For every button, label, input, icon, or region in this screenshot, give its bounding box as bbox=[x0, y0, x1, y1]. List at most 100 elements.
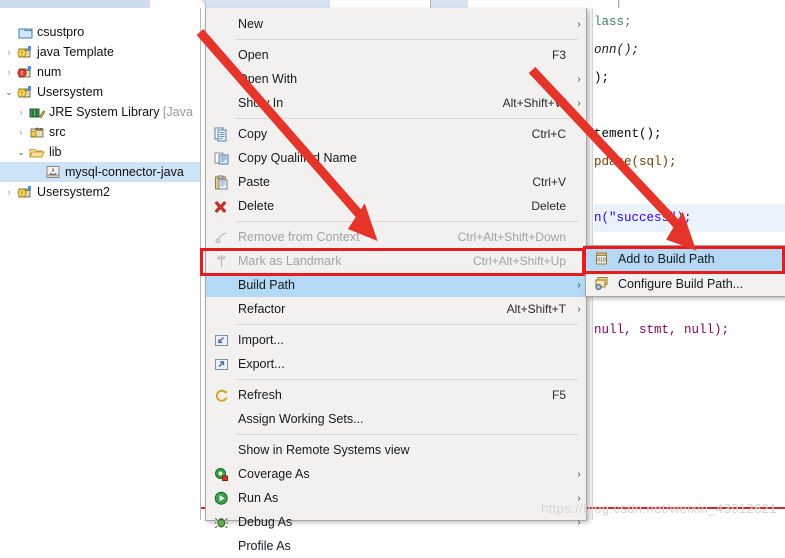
menu-item-accel: Alt+Shift+W bbox=[502, 96, 566, 110]
delete-x-icon bbox=[208, 199, 234, 214]
menu-item-label: Build Path bbox=[238, 278, 295, 292]
tree-item-num[interactable]: › ! num bbox=[0, 62, 200, 82]
tree-item-label: csustpro bbox=[37, 25, 85, 39]
menu-item-label: Paste bbox=[238, 175, 270, 189]
import-icon bbox=[208, 333, 234, 348]
tree-item-usersystem[interactable]: ⌄ ! Usersystem bbox=[0, 82, 200, 102]
menu-item-import[interactable]: Import... bbox=[206, 328, 586, 352]
jar-icon bbox=[44, 165, 62, 179]
menu-item-export[interactable]: Export... bbox=[206, 352, 586, 376]
chevron-right-icon: › bbox=[577, 303, 581, 315]
tree-item-mysql-connector-java[interactable]: mysql-connector-java bbox=[0, 162, 200, 182]
tree-item-jre-system-library[interactable]: › JRE System Library [Java bbox=[0, 102, 200, 122]
menu-item-open-with[interactable]: Open With › bbox=[206, 67, 586, 91]
run-icon bbox=[208, 491, 234, 506]
menu-separator bbox=[236, 118, 578, 119]
menu-item-copy[interactable]: Copy Ctrl+C bbox=[206, 122, 586, 146]
menu-separator bbox=[236, 434, 578, 435]
menu-item-show-in[interactable]: Show In Alt+Shift+W › bbox=[206, 91, 586, 115]
menu-item-label: Show in Remote Systems view bbox=[238, 443, 410, 457]
tree-item-csustpro[interactable]: csustpro bbox=[0, 22, 200, 42]
chevron-right-icon: › bbox=[577, 73, 581, 85]
java-project-warning-icon: ! bbox=[16, 185, 34, 199]
remove-context-icon bbox=[208, 230, 234, 245]
menu-separator bbox=[236, 221, 578, 222]
java-project-warning-icon: ! bbox=[16, 45, 34, 59]
chevron-right-icon: › bbox=[577, 516, 581, 528]
twisty-icon[interactable]: › bbox=[2, 42, 16, 62]
menu-item-label: Copy Qualified Name bbox=[238, 151, 357, 165]
code-line: null, stmt, null); bbox=[594, 323, 730, 337]
menu-item-label: Export... bbox=[238, 357, 285, 371]
menu-item-debug-as[interactable]: Debug As › bbox=[206, 510, 586, 534]
tree-item-label: JRE System Library [Java bbox=[49, 105, 193, 119]
menu-item-show-in-remote-systems-view[interactable]: Show in Remote Systems view bbox=[206, 438, 586, 462]
tab-inactive-2[interactable] bbox=[330, 0, 431, 8]
submenu-item-label: Configure Build Path... bbox=[618, 276, 744, 291]
menu-item-build-path[interactable]: Build Path › bbox=[206, 273, 586, 297]
menu-item-coverage-as[interactable]: Coverage As › bbox=[206, 462, 586, 486]
export-icon bbox=[208, 357, 234, 372]
menu-item-remove-from-context: Remove from Context Ctrl+Alt+Shift+Down bbox=[206, 225, 586, 249]
tree-item-usersystem2[interactable]: › ! Usersystem2 bbox=[0, 182, 200, 202]
tree-item-label: mysql-connector-java bbox=[65, 165, 184, 179]
twisty-icon[interactable]: › bbox=[2, 182, 16, 202]
paste-icon bbox=[208, 175, 234, 190]
svg-text:010: 010 bbox=[597, 258, 606, 264]
menu-item-label: Coverage As bbox=[238, 467, 310, 481]
menu-item-profile-as[interactable]: Profile As bbox=[206, 534, 586, 558]
explorer-header-spacer bbox=[0, 8, 200, 22]
tree-item-lib[interactable]: ⌄ lib bbox=[0, 142, 200, 162]
menu-item-paste[interactable]: Paste Ctrl+V bbox=[206, 170, 586, 194]
menu-item-accel: Ctrl+Alt+Shift+Up bbox=[472, 254, 566, 268]
menu-item-label: Delete bbox=[238, 199, 275, 213]
package-explorer-panel[interactable]: csustpro › ! java Template › ! num ⌄ ! U… bbox=[0, 8, 201, 520]
twisty-icon[interactable]: › bbox=[2, 62, 16, 82]
menu-item-open[interactable]: Open F3 bbox=[206, 43, 586, 67]
chevron-right-icon: › bbox=[577, 468, 581, 480]
twisty-icon[interactable]: › bbox=[14, 102, 28, 122]
menu-item-refresh[interactable]: Refresh F5 bbox=[206, 383, 586, 407]
configure-build-path-icon bbox=[588, 276, 614, 291]
menu-item-label: Mark as Landmark bbox=[238, 254, 342, 268]
build-path-submenu[interactable]: 010 Add to Build Path Configure Build Pa… bbox=[585, 245, 785, 297]
menu-separator bbox=[236, 324, 578, 325]
menu-item-refactor[interactable]: Refactor Alt+Shift+T › bbox=[206, 297, 586, 321]
tab-inactive-1[interactable] bbox=[0, 0, 151, 8]
source-folder-icon bbox=[28, 126, 46, 139]
menu-item-delete[interactable]: Delete Delete bbox=[206, 194, 586, 218]
code-line: tement(); bbox=[594, 127, 662, 141]
code-line: n("success"); bbox=[594, 204, 785, 232]
tree-item-java-template[interactable]: › ! java Template bbox=[0, 42, 200, 62]
tab-active-1[interactable] bbox=[150, 0, 206, 8]
menu-item-label: Import... bbox=[238, 333, 284, 347]
code-line: ); bbox=[594, 71, 610, 85]
menu-item-accel: Ctrl+C bbox=[531, 127, 566, 141]
submenu-item-add-to-build-path[interactable]: 010 Add to Build Path bbox=[586, 246, 785, 271]
menu-separator bbox=[236, 39, 578, 40]
menu-item-label: Show In bbox=[238, 96, 284, 110]
twisty-icon[interactable]: ⌄ bbox=[14, 142, 28, 162]
menu-item-label: Open bbox=[238, 48, 269, 62]
menu-item-assign-working-sets[interactable]: Assign Working Sets... bbox=[206, 407, 586, 431]
menu-item-new[interactable]: New › bbox=[206, 12, 586, 36]
menu-item-copy-qualified-name[interactable]: Copy Qualified Name bbox=[206, 146, 586, 170]
debug-icon bbox=[208, 515, 234, 530]
twisty-icon[interactable]: › bbox=[14, 122, 28, 142]
tree-item-label: num bbox=[37, 65, 62, 79]
tree-item-src[interactable]: › src bbox=[0, 122, 200, 142]
java-project-warning-icon: ! bbox=[16, 85, 34, 99]
submenu-item-configure-build-path[interactable]: Configure Build Path... bbox=[586, 271, 785, 296]
chevron-right-icon: › bbox=[577, 18, 581, 30]
tab-inactive-3[interactable] bbox=[468, 0, 619, 8]
project-explorer-context-menu[interactable]: New › Open F3 Open With › Show In Alt+Sh… bbox=[205, 8, 587, 553]
chevron-right-icon: › bbox=[577, 97, 581, 109]
menu-item-accel: Alt+Shift+T bbox=[506, 302, 566, 316]
twisty-icon[interactable]: ⌄ bbox=[2, 82, 16, 102]
tab-inactive-4[interactable] bbox=[620, 0, 785, 8]
menu-item-accel: Delete bbox=[531, 199, 566, 213]
menu-item-run-as[interactable]: Run As › bbox=[206, 486, 586, 510]
menu-item-accel: Ctrl+Alt+Shift+Down bbox=[457, 230, 566, 244]
tree-item-label: java Template bbox=[37, 45, 114, 59]
